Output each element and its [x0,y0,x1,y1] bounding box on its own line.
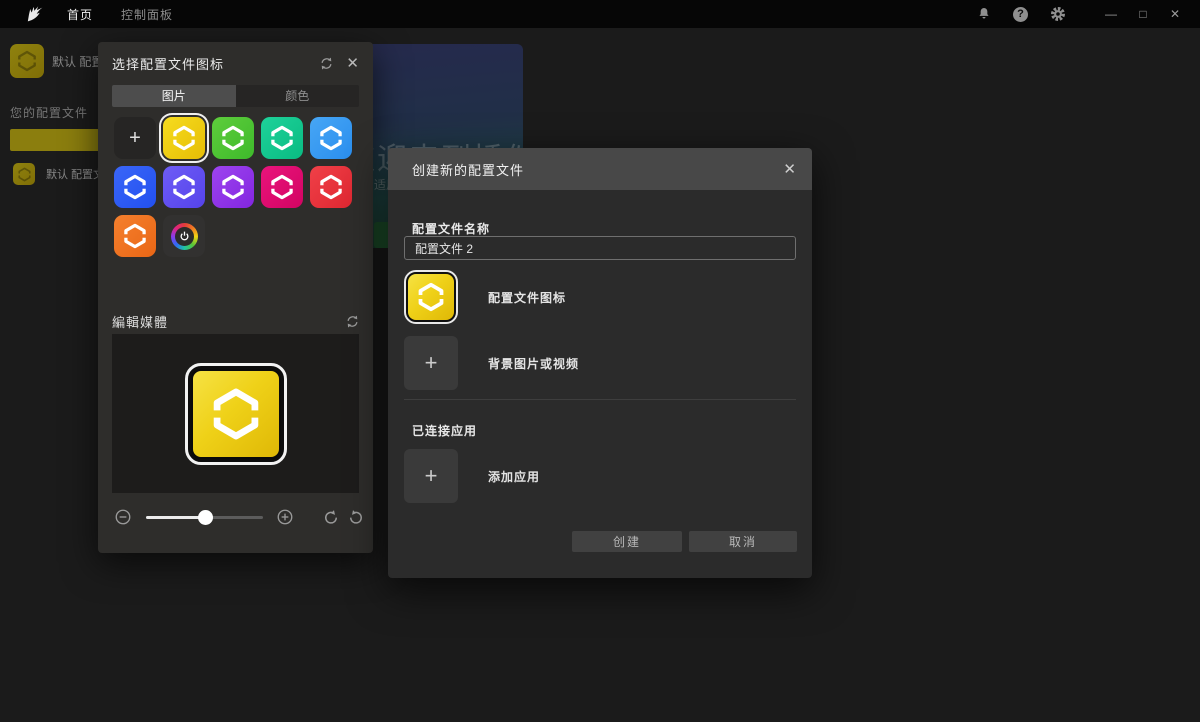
add-icon-tile[interactable]: + [114,117,156,159]
connected-apps-label: 已连接应用 [412,422,477,439]
profile-icon-row[interactable]: 配置文件图标 [404,270,566,324]
background-media-row[interactable]: + 背景图片或视频 [404,336,579,390]
create-button[interactable]: 创建 [572,531,682,552]
maximize-button[interactable]: □ [1132,4,1154,24]
media-preview-area[interactable] [112,334,359,493]
picker-title: 选择配置文件图标 [112,54,224,73]
modal-close-icon[interactable]: ✕ [783,160,796,178]
picker-close-icon[interactable]: ✕ [346,56,359,71]
notifications-icon[interactable] [975,6,992,23]
corsair-logo-icon [25,5,47,23]
add-app-row[interactable]: + 添加应用 [404,449,540,503]
nav-home[interactable]: 首页 [67,6,93,23]
icon-tile-magenta[interactable] [261,166,303,208]
tab-image[interactable]: 图片 [112,85,236,107]
selected-icon-preview [185,363,287,465]
icon-tile-blue[interactable] [114,166,156,208]
modal-title: 创建新的配置文件 [412,160,524,179]
minimize-button[interactable]: — [1100,4,1122,24]
icon-tile-azure[interactable] [310,117,352,159]
refresh-icon[interactable] [319,56,334,71]
edit-media-label: 編輯媒體 [112,312,168,331]
icon-tile-purple[interactable] [212,166,254,208]
nav-dashboard[interactable]: 控制面板 [121,6,173,23]
icon-tile-green[interactable] [212,117,254,159]
help-icon[interactable]: ? [1012,6,1029,23]
main-nav: 首页 控制面板 [67,6,173,23]
profile-name-label: 配置文件名称 [412,220,490,237]
zoom-slider[interactable] [146,516,263,519]
tab-color[interactable]: 颜色 [236,85,360,107]
cancel-button[interactable]: 取消 [689,531,797,552]
settings-gear-icon[interactable] [1049,6,1066,23]
picker-tabs: 图片 颜色 [112,85,359,107]
refresh-icon[interactable] [345,314,360,329]
icon-tile-red[interactable] [310,166,352,208]
add-background-button[interactable]: + [404,336,458,390]
icue-logo-tile[interactable] [163,215,205,257]
profile-name-input[interactable] [404,236,796,260]
modal-divider [404,399,796,400]
zoom-out-icon[interactable] [114,508,132,526]
zoom-controls [98,505,373,531]
profile-icon-label: 配置文件图标 [488,289,566,306]
zoom-in-icon[interactable] [276,508,294,526]
background-media-label: 背景图片或视频 [488,355,579,372]
add-app-label: 添加应用 [488,468,540,485]
icon-tile-emerald[interactable] [261,117,303,159]
create-profile-modal: 创建新的配置文件 ✕ 配置文件名称 配置文件图标 + 背景图片或视频 已连接应用… [388,148,812,578]
zoom-slider-thumb[interactable] [198,510,213,525]
selected-profile-icon[interactable] [404,270,458,324]
icon-tile-orange[interactable] [114,215,156,257]
icon-tile-yellow[interactable] [163,117,205,159]
rotate-cw-icon[interactable] [347,509,362,524]
add-app-button[interactable]: + [404,449,458,503]
icon-tile-indigo[interactable] [163,166,205,208]
modal-header: 创建新的配置文件 ✕ [388,148,812,190]
title-bar: 首页 控制面板 ? — □ ✕ [0,0,1200,28]
icon-tile-grid: + [114,117,361,257]
profile-icon-picker-popup: 选择配置文件图标 ✕ 图片 颜色 + 編輯媒體 [98,42,373,553]
rotate-ccw-icon[interactable] [322,509,337,524]
close-window-button[interactable]: ✕ [1164,4,1186,24]
